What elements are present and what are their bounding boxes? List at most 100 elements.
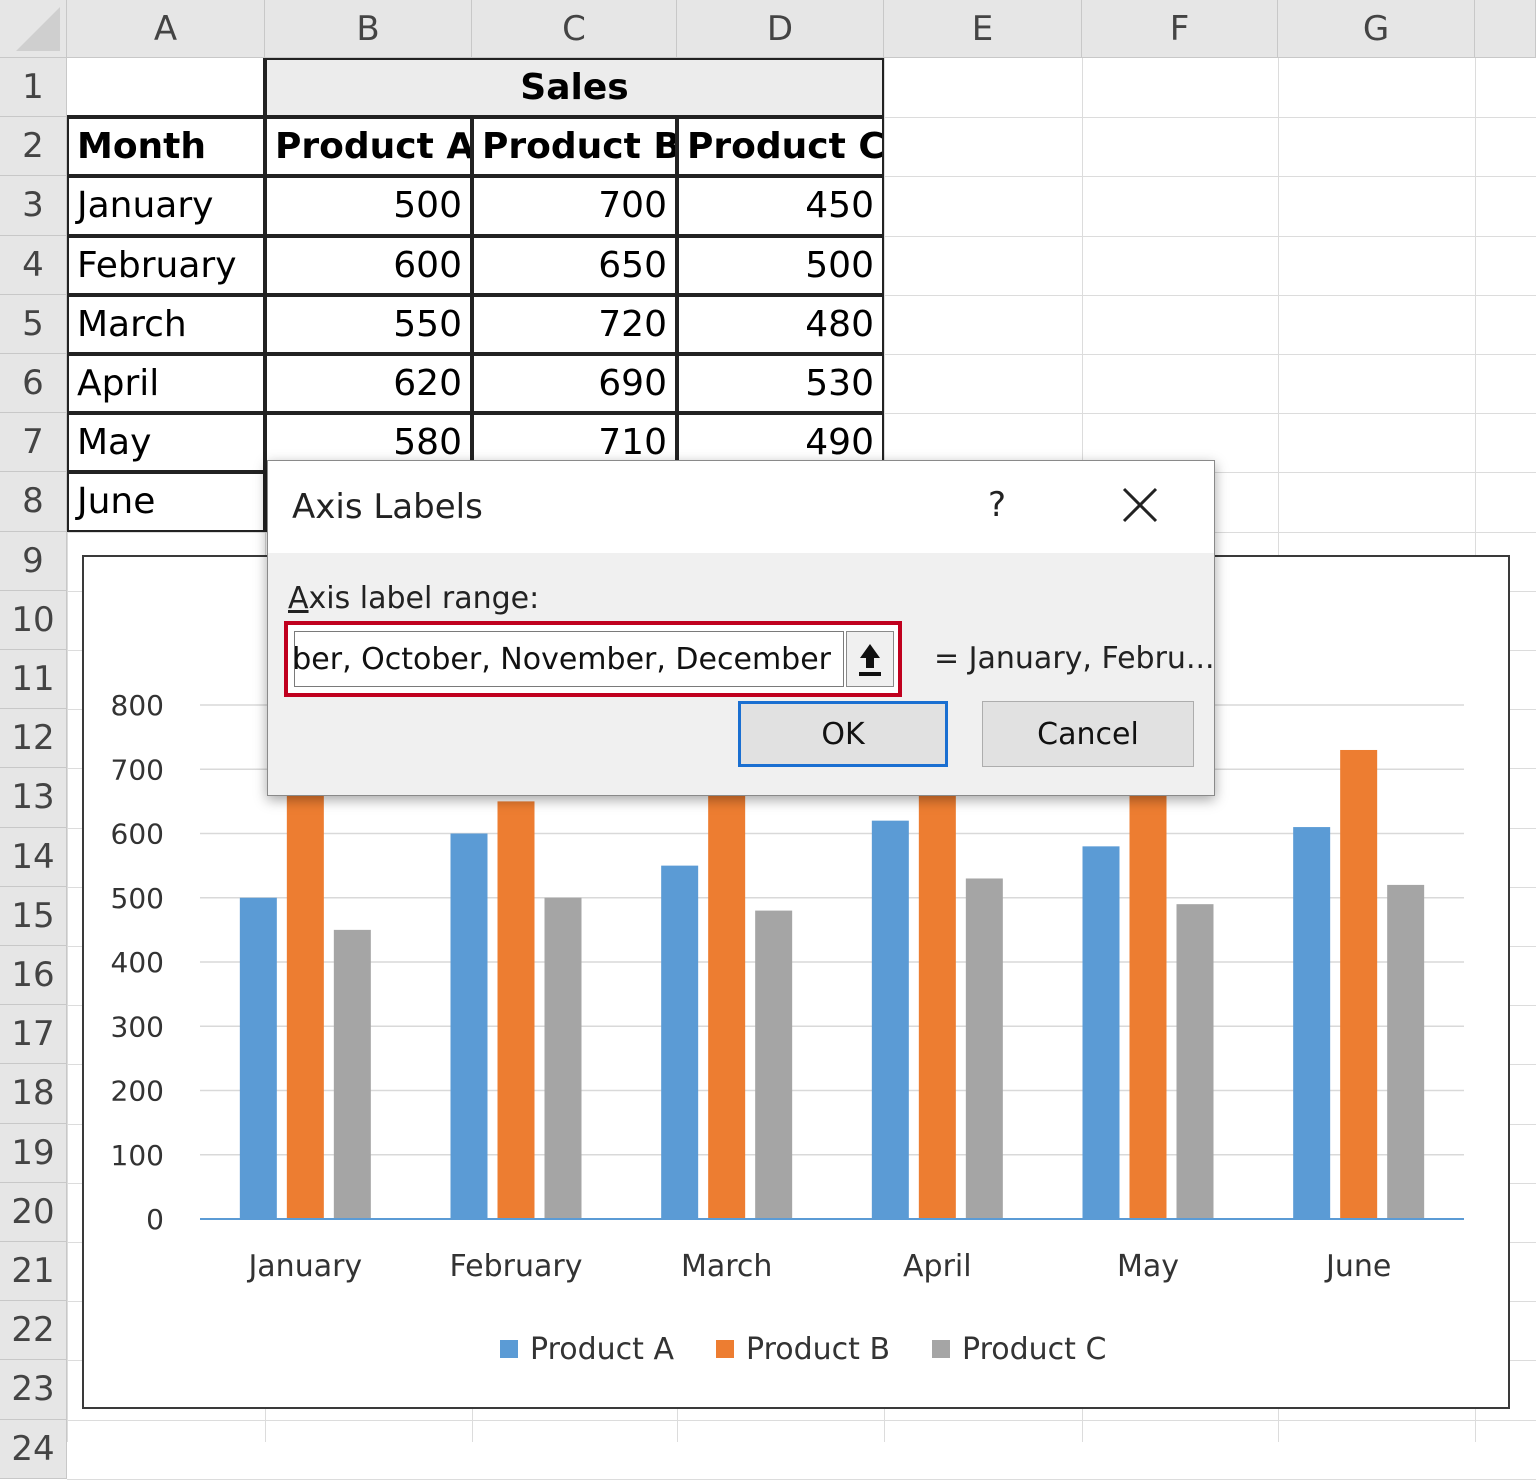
row-header-15[interactable]: 15 (0, 886, 67, 946)
bar-product-a (1082, 846, 1120, 1219)
row-header-9[interactable]: 9 (0, 531, 67, 591)
value-cell[interactable]: 620 (265, 354, 472, 414)
y-tick-label: 0 (146, 1203, 164, 1236)
column-header-g[interactable]: G (1278, 0, 1475, 58)
y-tick-label: 700 (111, 753, 164, 786)
cancel-button[interactable]: Cancel (982, 701, 1194, 767)
row-header-3[interactable]: 3 (0, 176, 67, 236)
close-icon[interactable] (1120, 485, 1160, 525)
bar-product-a (239, 897, 277, 1219)
bar-product-b (497, 801, 535, 1219)
value-cell[interactable]: 720 (472, 294, 677, 354)
row-header-8[interactable]: 8 (0, 472, 67, 532)
row-header-1[interactable]: 1 (0, 58, 67, 118)
axis-label-range-label: Axis label range: (288, 581, 540, 616)
table-header-product-b[interactable]: Product B (472, 117, 677, 177)
table-header-month[interactable]: Month (67, 117, 265, 177)
row-header-11[interactable]: 11 (0, 650, 67, 710)
row-header-6[interactable]: 6 (0, 354, 67, 414)
row-header-18[interactable]: 18 (0, 1064, 67, 1124)
help-button[interactable]: ? (988, 485, 1006, 525)
bar-product-b (708, 756, 746, 1219)
bar-product-c (544, 897, 582, 1219)
row-header-14[interactable]: 14 (0, 827, 67, 887)
x-tick-label: April (903, 1249, 972, 1284)
ok-button[interactable]: OK (738, 701, 948, 767)
row-header-22[interactable]: 22 (0, 1301, 67, 1361)
row-header-4[interactable]: 4 (0, 235, 67, 295)
bar-product-b (1129, 762, 1167, 1219)
dialog-title: Axis Labels (292, 487, 483, 527)
y-tick-label: 600 (111, 818, 164, 851)
month-cell[interactable]: April (67, 354, 265, 414)
row-header-21[interactable]: 21 (0, 1242, 67, 1302)
column-header-a[interactable]: A (67, 0, 265, 58)
table-header-product-a[interactable]: Product A (265, 117, 472, 177)
bar-product-a (450, 833, 488, 1219)
bar-product-c (333, 929, 371, 1219)
value-cell[interactable]: 550 (265, 294, 472, 354)
axis-label-range-input[interactable]: iber, October, November, December (294, 631, 844, 687)
value-cell[interactable]: 600 (265, 235, 472, 295)
bar-product-a (871, 820, 909, 1219)
value-cell[interactable]: 450 (677, 176, 884, 236)
select-all-corner[interactable] (0, 0, 67, 58)
axis-labels-dialog: Axis Labels ? Axis label range: iber, Oc… (267, 460, 1215, 796)
row-header-5[interactable]: 5 (0, 294, 67, 354)
x-tick-label: January (246, 1249, 362, 1284)
bar-product-c (755, 910, 793, 1219)
row-header-19[interactable]: 19 (0, 1123, 67, 1183)
row-header-17[interactable]: 17 (0, 1005, 67, 1065)
row-header-20[interactable]: 20 (0, 1182, 67, 1242)
row-header-24[interactable]: 24 (0, 1419, 67, 1479)
x-tick-label: May (1117, 1249, 1179, 1284)
value-cell[interactable]: 480 (677, 294, 884, 354)
legend-swatch (500, 1340, 518, 1358)
column-header-d[interactable]: D (677, 0, 884, 58)
value-cell[interactable]: 500 (677, 235, 884, 295)
range-highlight: iber, October, November, December (284, 621, 902, 697)
y-tick-label: 100 (111, 1139, 164, 1172)
y-tick-label: 500 (111, 882, 164, 915)
upload-arrow-icon (859, 644, 881, 676)
legend-label: Product B (746, 1332, 890, 1367)
row-header-16[interactable]: 16 (0, 946, 67, 1006)
x-tick-label: March (681, 1249, 772, 1284)
range-preview: = January, Febru... (934, 641, 1215, 676)
collapse-dialog-button[interactable] (846, 631, 894, 687)
month-cell[interactable]: June (67, 472, 265, 532)
table-header-product-c[interactable]: Product C (677, 117, 884, 177)
value-cell[interactable]: 530 (677, 354, 884, 414)
month-cell[interactable]: January (67, 176, 265, 236)
value-cell[interactable]: 700 (472, 176, 677, 236)
row-header-2[interactable]: 2 (0, 117, 67, 177)
value-cell[interactable]: 650 (472, 235, 677, 295)
row-header-13[interactable]: 13 (0, 768, 67, 828)
bar-product-a (661, 865, 699, 1219)
cell-a1[interactable] (67, 58, 265, 118)
column-header-f[interactable]: F (1082, 0, 1278, 58)
column-header-e[interactable]: E (884, 0, 1082, 58)
value-cell[interactable]: 690 (472, 354, 677, 414)
month-cell[interactable]: March (67, 294, 265, 354)
sales-merged-header[interactable]: Sales (265, 58, 884, 118)
legend-label: Product A (530, 1332, 674, 1367)
column-header-filler (1475, 0, 1536, 58)
legend-swatch (932, 1340, 950, 1358)
column-header-b[interactable]: B (265, 0, 472, 58)
y-tick-label: 800 (111, 689, 164, 722)
month-cell[interactable]: May (67, 413, 265, 473)
value-cell[interactable]: 500 (265, 176, 472, 236)
row-header-7[interactable]: 7 (0, 413, 67, 473)
row-header-12[interactable]: 12 (0, 709, 67, 769)
month-cell[interactable]: February (67, 235, 265, 295)
row-header-23[interactable]: 23 (0, 1360, 67, 1420)
legend-swatch (716, 1340, 734, 1358)
column-header-c[interactable]: C (472, 0, 677, 58)
gridline-horizontal (67, 1419, 1536, 1421)
select-all-triangle-icon (16, 7, 60, 51)
y-tick-label: 300 (111, 1010, 164, 1043)
y-tick-label: 400 (111, 946, 164, 979)
row-header-10[interactable]: 10 (0, 590, 67, 650)
x-tick-label: February (450, 1249, 583, 1284)
